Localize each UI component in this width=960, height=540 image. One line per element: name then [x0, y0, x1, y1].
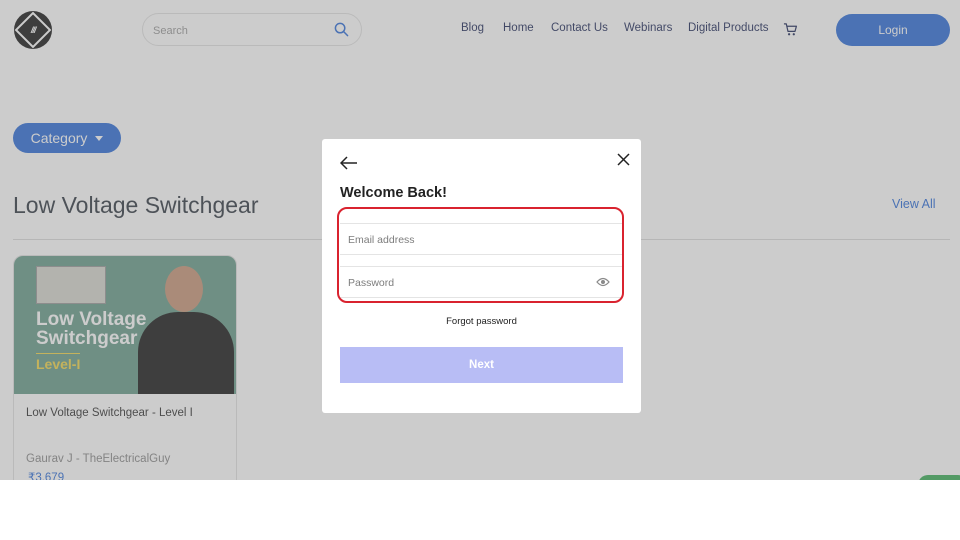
password-field [340, 266, 622, 298]
viewport: /// Blog Home Contact Us Webinars Digita… [0, 0, 960, 480]
email-field [340, 223, 622, 255]
login-modal: Welcome Back! Forgot password Next [322, 139, 641, 413]
next-button[interactable]: Next [340, 347, 623, 383]
close-icon[interactable] [617, 153, 630, 166]
password-input[interactable] [346, 273, 590, 293]
modal-heading: Welcome Back! [340, 185, 447, 201]
back-arrow-icon[interactable] [340, 156, 358, 170]
email-input[interactable] [346, 230, 590, 250]
forgot-password-link[interactable]: Forgot password [322, 316, 641, 327]
eye-icon[interactable] [596, 276, 610, 288]
